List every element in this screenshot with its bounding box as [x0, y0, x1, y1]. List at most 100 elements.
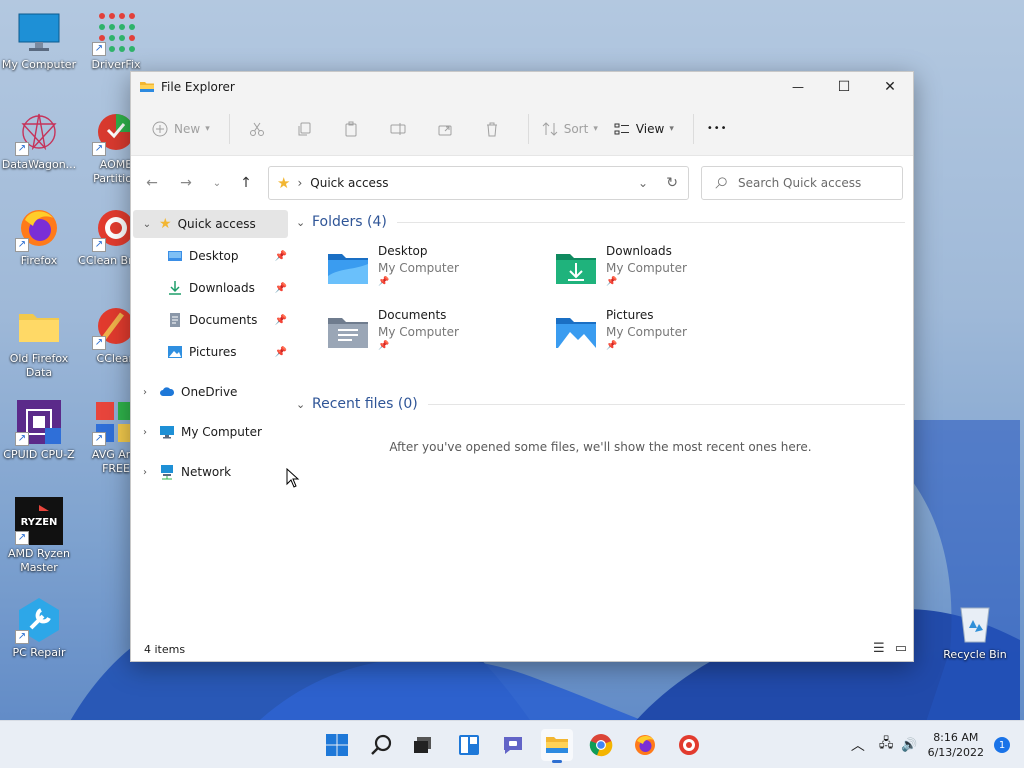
breadcrumb-separator: ›	[297, 176, 303, 190]
details-view-icon[interactable]: ☰	[873, 641, 885, 656]
chevron-down-icon[interactable]: ⌄	[141, 219, 153, 230]
divider	[692, 113, 694, 144]
sidebar-item-downloads[interactable]: Downloads 📌	[131, 274, 291, 302]
taskbar-chrome[interactable]	[585, 729, 617, 761]
taskbar-file-explorer[interactable]	[541, 729, 573, 763]
delete-button[interactable]	[473, 113, 511, 145]
desktop-folder-icon	[328, 254, 368, 284]
chevron-down-icon: ▾	[205, 123, 210, 134]
widgets-button[interactable]	[453, 729, 485, 761]
network-icon	[161, 465, 173, 480]
shortcut-arrow-icon: ↗	[15, 238, 29, 252]
command-bar: New ▾ Sort ▾ View ▾ •••	[131, 102, 913, 156]
maximize-button[interactable]: ☐	[821, 72, 867, 102]
sidebar-item-label: Documents	[189, 313, 258, 327]
folder-location: My Computer	[606, 325, 687, 339]
share-button[interactable]	[426, 113, 464, 145]
folder-tile-documents[interactable]: Documents My Computer 📌	[296, 306, 516, 362]
firefox-icon	[635, 735, 655, 755]
address-history-chevron-icon[interactable]: ⌄	[638, 176, 648, 190]
plus-circle-icon	[152, 121, 168, 136]
taskbar: ︿ 🖧 🔊 8:16 AM 6/13/2022 1	[0, 720, 1024, 768]
sidebar-item-quick-access[interactable]: ⌄ ★ Quick access	[133, 210, 288, 238]
desktop-folder-icon	[168, 251, 182, 261]
divider	[228, 113, 230, 144]
desktop-icon-my-computer[interactable]: My Computer	[1, 8, 77, 72]
chevron-right-icon[interactable]: ›	[139, 427, 151, 438]
chevron-right-icon[interactable]: ›	[139, 387, 151, 398]
teams-chat-button[interactable]	[497, 729, 529, 761]
notification-badge[interactable]: 1	[994, 737, 1010, 753]
clock[interactable]: 8:16 AM 6/13/2022	[928, 730, 984, 760]
desktop-icon-amd-ryzen-master[interactable]: RYZEN ↗ AMD Ryzen Master	[1, 497, 77, 575]
volume-icon[interactable]: 🔊	[901, 738, 917, 753]
content-pane: ⌄ Folders (4) Desktop My Computer 📌 Down…	[296, 210, 905, 454]
taskbar-firefox[interactable]	[629, 729, 661, 761]
cut-button[interactable]	[238, 113, 276, 145]
back-button[interactable]: ←	[141, 172, 163, 194]
desktop-icon-label: PC Repair	[12, 646, 66, 659]
close-button[interactable]: ✕	[867, 72, 913, 102]
pictures-icon	[168, 346, 182, 358]
monitor-icon	[160, 426, 174, 439]
sidebar-item-desktop[interactable]: Desktop 📌	[131, 242, 291, 270]
desktop-icon-old-firefox-data[interactable]: Old Firefox Data	[1, 302, 77, 380]
address-bar[interactable]: ★ › Quick access ⌄ ↻	[268, 166, 689, 200]
chevron-up-icon[interactable]: ︿	[851, 735, 865, 755]
close-icon: ✕	[884, 79, 896, 95]
download-icon	[169, 281, 181, 295]
forward-button[interactable]: →	[175, 172, 197, 194]
breadcrumb-quick-access[interactable]: Quick access	[310, 176, 388, 190]
rename-button[interactable]	[379, 113, 417, 145]
start-button[interactable]	[321, 729, 353, 761]
more-options-button[interactable]: •••	[702, 113, 733, 145]
search-icon	[371, 734, 392, 755]
section-title: Folders (4)	[312, 214, 387, 230]
folder-tile-pictures[interactable]: Pictures My Computer 📌	[524, 306, 744, 362]
folder-tile-desktop[interactable]: Desktop My Computer 📌	[296, 242, 516, 298]
network-status-icon[interactable]: 🖧	[879, 734, 894, 756]
shortcut-arrow-icon: ↗	[15, 531, 29, 545]
recent-locations-button[interactable]: ⌄	[206, 172, 228, 194]
desktop-icon-recycle-bin[interactable]: Recycle Bin	[937, 598, 1013, 662]
desktop-icon-pc-repair[interactable]: ↗ PC Repair	[1, 596, 77, 660]
taskbar-ccleaner[interactable]	[673, 729, 705, 761]
monitor-icon	[18, 13, 60, 51]
desktop-icon-driverfix[interactable]: ↗ DriverFix	[78, 8, 154, 72]
desktop-icon-cpuz[interactable]: ↗ CPUID CPU-Z	[1, 398, 77, 462]
desktop-icon-label: CPUID CPU-Z	[3, 448, 75, 461]
view-button[interactable]: View ▾	[609, 113, 679, 145]
sidebar-item-onedrive[interactable]: › OneDrive	[131, 378, 291, 406]
sidebar-item-documents[interactable]: Documents 📌	[131, 306, 291, 334]
chevron-right-icon[interactable]: ›	[139, 467, 151, 478]
paste-button[interactable]	[332, 113, 370, 145]
refresh-icon[interactable]: ↻	[666, 175, 678, 191]
shortcut-arrow-icon: ↗	[15, 142, 29, 156]
folder-tile-downloads[interactable]: Downloads My Computer 📌	[524, 242, 744, 298]
recent-files-section-header[interactable]: ⌄ Recent files (0)	[296, 392, 905, 416]
sidebar-item-network[interactable]: › Network	[131, 458, 291, 486]
address-row: ← → ⌄ ↑ ★ › Quick access ⌄ ↻	[131, 156, 913, 210]
minimize-button[interactable]: —	[775, 72, 821, 102]
recycle-bin-icon	[960, 607, 990, 643]
documents-folder-icon	[328, 318, 368, 348]
sidebar-item-my-computer[interactable]: › My Computer	[131, 418, 291, 446]
desktop-icon-datawagon[interactable]: ↗ DataWagon...	[1, 108, 77, 172]
sidebar-item-label: Downloads	[189, 281, 255, 295]
search-input[interactable]	[738, 176, 898, 190]
copy-icon	[298, 122, 311, 135]
large-icons-view-icon[interactable]: ▭	[895, 641, 907, 656]
up-button[interactable]: ↑	[235, 172, 257, 194]
title-bar[interactable]: File Explorer — ☐ ✕	[131, 72, 913, 102]
recent-files-empty-message: After you've opened some files, we'll sh…	[389, 440, 812, 454]
search-box[interactable]	[701, 166, 903, 200]
sidebar-item-pictures[interactable]: Pictures 📌	[131, 338, 291, 366]
folders-section-header[interactable]: ⌄ Folders (4)	[296, 210, 905, 234]
search-button[interactable]	[365, 729, 397, 761]
desktop-icon-firefox[interactable]: ↗ Firefox	[1, 204, 77, 268]
copy-button[interactable]	[285, 113, 323, 145]
desktop-icon-label: Recycle Bin	[943, 648, 1007, 661]
task-view-button[interactable]	[407, 729, 439, 761]
new-button[interactable]: New ▾	[147, 113, 215, 145]
sort-button[interactable]: Sort ▾	[537, 113, 603, 145]
